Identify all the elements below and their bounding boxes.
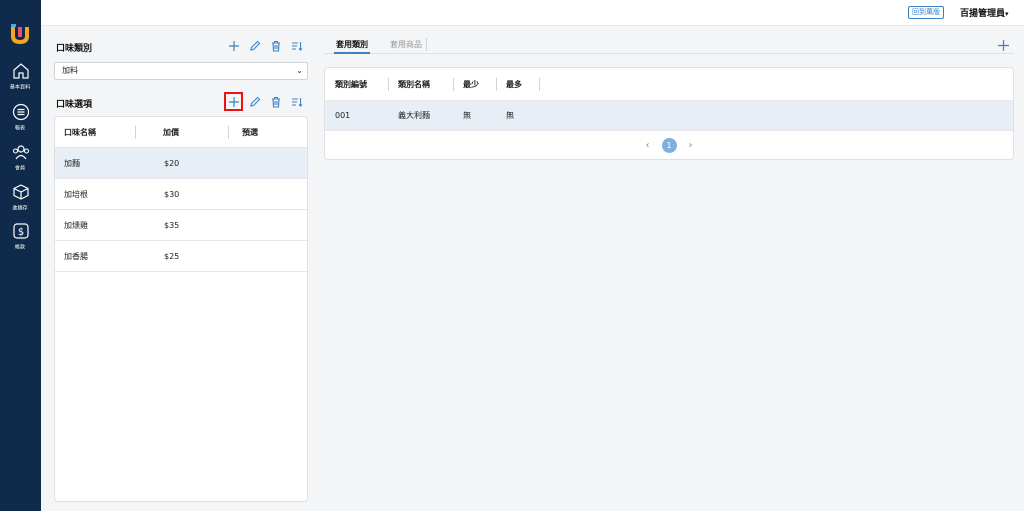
flavor-options-table: 口味名稱 加價 預選 加麵 $20 加培根 $30 加燻雞 $35 加香腸 $2… bbox=[54, 116, 308, 502]
tab-apply-category[interactable]: 套用類別 bbox=[334, 38, 370, 54]
top-bar: 回到萬版 百揚管理員▾ bbox=[41, 0, 1024, 26]
nav-label: 會員 bbox=[15, 165, 26, 172]
user-menu[interactable]: 百揚管理員▾ bbox=[960, 6, 1009, 19]
category-id: 001 bbox=[335, 111, 351, 120]
option-preset bbox=[229, 241, 242, 271]
column-header[interactable]: 類別名稱 bbox=[389, 68, 454, 100]
nav-item-members[interactable]: 會員 bbox=[0, 143, 41, 172]
option-preset bbox=[229, 179, 242, 209]
column-header[interactable]: 類別編號 bbox=[325, 68, 389, 100]
nav-label: 帳款 bbox=[15, 244, 26, 251]
delete-category-button[interactable] bbox=[269, 39, 282, 52]
members-icon bbox=[12, 145, 29, 160]
table-row[interactable]: 加香腸 $25 bbox=[55, 241, 307, 272]
svg-text:$: $ bbox=[17, 227, 23, 238]
sidebar: 基本資料 報表 會員 進銷存 $ 帳款 bbox=[0, 0, 41, 511]
sort-option-button[interactable] bbox=[290, 95, 303, 108]
nav-label: 進銷存 bbox=[12, 205, 29, 212]
category-max: 無 bbox=[506, 111, 514, 120]
nav-item-accounts[interactable]: $ 帳款 bbox=[0, 222, 41, 251]
table-row[interactable]: 001 義大利麵 無 無 bbox=[325, 101, 1013, 131]
pencil-icon bbox=[249, 96, 260, 107]
add-category-button[interactable] bbox=[227, 39, 240, 52]
brand-logo-icon[interactable] bbox=[9, 22, 31, 44]
pencil-icon bbox=[249, 40, 260, 51]
column-header[interactable]: 口味名稱 bbox=[55, 117, 136, 147]
column-header[interactable]: 加價 bbox=[136, 117, 229, 147]
option-price: $30 bbox=[164, 189, 180, 199]
option-preset bbox=[229, 148, 242, 178]
pagination: ‹ 1 › bbox=[325, 131, 1013, 159]
edit-category-button[interactable] bbox=[248, 39, 261, 52]
option-name: 加培根 bbox=[64, 189, 88, 199]
flavor-category-title: 口味類別 bbox=[56, 44, 93, 54]
option-price: $20 bbox=[164, 158, 180, 168]
sort-category-button[interactable] bbox=[290, 39, 303, 52]
table-header: 口味名稱 加價 預選 bbox=[55, 117, 307, 148]
back-button[interactable]: 回到萬版 bbox=[908, 6, 944, 19]
option-preset bbox=[229, 210, 242, 240]
report-icon bbox=[12, 103, 29, 121]
option-price: $25 bbox=[164, 251, 180, 261]
delete-option-button[interactable] bbox=[269, 95, 282, 108]
applied-categories-table: 類別編號 類別名稱 最少 最多 001 義大利麵 無 無 ‹ 1 › bbox=[324, 67, 1014, 160]
category-min: 無 bbox=[463, 111, 471, 120]
nav-label: 報表 bbox=[15, 125, 26, 132]
chevron-down-icon: ▾ bbox=[1005, 10, 1009, 18]
flavor-options-title: 口味選項 bbox=[56, 100, 93, 110]
user-name: 百揚管理員 bbox=[960, 9, 1006, 19]
tab-bar: 套用類別 套用商品 bbox=[324, 38, 1014, 54]
table-row[interactable]: 加麵 $20 bbox=[55, 148, 307, 179]
option-name: 加麵 bbox=[64, 158, 80, 168]
option-name: 加燻雞 bbox=[64, 220, 88, 230]
next-page-button[interactable]: › bbox=[689, 140, 693, 151]
column-header[interactable]: 預選 bbox=[229, 117, 258, 147]
add-apply-button[interactable] bbox=[997, 39, 1010, 52]
dollar-icon: $ bbox=[12, 223, 29, 239]
nav-item-basic-data[interactable]: 基本資料 bbox=[0, 62, 41, 91]
sort-icon bbox=[291, 97, 302, 107]
sort-icon bbox=[291, 41, 302, 51]
nav-item-reports[interactable]: 報表 bbox=[0, 103, 41, 132]
nav-label: 基本資料 bbox=[10, 84, 31, 91]
category-name: 義大利麵 bbox=[398, 111, 430, 120]
selected-category: 加料 bbox=[62, 66, 78, 75]
prev-page-button[interactable]: ‹ bbox=[646, 140, 650, 151]
home-icon bbox=[12, 63, 29, 79]
column-header[interactable]: 最少 bbox=[454, 68, 497, 100]
plus-icon bbox=[228, 40, 239, 51]
plus-icon bbox=[228, 96, 239, 107]
flavor-category-select[interactable]: 加料 ⌄ bbox=[54, 62, 308, 80]
chevron-down-icon: ⌄ bbox=[296, 66, 303, 75]
edit-option-button[interactable] bbox=[248, 95, 261, 108]
page-1-button[interactable]: 1 bbox=[661, 138, 677, 153]
table-row[interactable]: 加燻雞 $35 bbox=[55, 210, 307, 241]
category-toolbar bbox=[227, 39, 303, 52]
add-option-button[interactable] bbox=[224, 92, 243, 111]
nav-item-inventory[interactable]: 進銷存 bbox=[0, 183, 41, 212]
options-toolbar bbox=[224, 92, 303, 111]
option-name: 加香腸 bbox=[64, 251, 88, 261]
inventory-box-icon bbox=[12, 184, 29, 200]
column-header[interactable]: 最多 bbox=[497, 68, 540, 100]
trash-icon bbox=[271, 40, 280, 52]
option-price: $35 bbox=[164, 220, 180, 230]
table-header: 類別編號 類別名稱 最少 最多 bbox=[325, 68, 1013, 101]
trash-icon bbox=[271, 96, 280, 108]
table-row[interactable]: 加培根 $30 bbox=[55, 179, 307, 210]
tab-apply-product[interactable]: 套用商品 bbox=[390, 38, 427, 51]
